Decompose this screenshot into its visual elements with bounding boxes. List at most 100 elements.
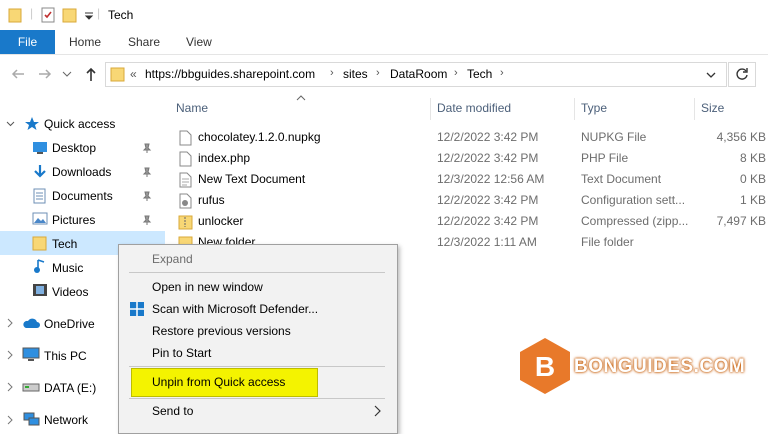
column-divider[interactable] xyxy=(430,98,431,120)
crumb-separator-icon[interactable]: › xyxy=(454,67,458,79)
sidebar-item-network[interactable]: Network xyxy=(44,413,88,427)
properties-icon[interactable] xyxy=(40,7,56,23)
sidebar-item-desktop[interactable]: Desktop xyxy=(52,141,96,155)
tab-file[interactable]: File xyxy=(0,30,55,54)
menu-item-restore-versions[interactable]: Restore previous versions xyxy=(152,324,291,338)
defender-icon xyxy=(130,302,144,316)
expand-chevron-icon[interactable] xyxy=(6,318,14,328)
sidebar-item-tech[interactable]: Tech xyxy=(52,237,77,251)
file-size: 7,497 KB xyxy=(716,214,766,228)
column-header-name[interactable]: Name xyxy=(176,101,208,115)
folder-icon xyxy=(8,8,22,23)
submenu-chevron-icon xyxy=(374,405,381,417)
sidebar-item-data-drive[interactable]: DATA (E:) xyxy=(44,381,96,395)
new-folder-icon[interactable] xyxy=(62,7,78,23)
pin-icon xyxy=(142,143,152,153)
expand-chevron-icon[interactable] xyxy=(6,382,14,392)
menu-item-pin-to-start[interactable]: Pin to Start xyxy=(152,346,211,360)
table-row[interactable]: rufus 12/2/2022 3:42 PM Configuration se… xyxy=(176,190,768,211)
file-type: Text Document xyxy=(581,172,662,186)
downloads-icon xyxy=(34,165,46,178)
file-name: rufus xyxy=(198,193,225,207)
address-dropdown-icon[interactable] xyxy=(706,71,716,79)
tab-share[interactable]: Share xyxy=(128,35,160,49)
file-date: 12/2/2022 3:42 PM xyxy=(437,193,539,207)
window-title: Tech xyxy=(108,8,134,22)
file-type: PHP File xyxy=(581,151,629,165)
crumb-dataroom[interactable]: DataRoom xyxy=(390,67,447,81)
crumb-separator-icon[interactable]: › xyxy=(500,67,504,79)
table-row[interactable]: unlocker 12/2/2022 3:42 PM Compressed (z… xyxy=(176,211,768,232)
table-row[interactable]: chocolatey.1.2.0.nupkg 12/2/2022 3:42 PM… xyxy=(176,127,768,148)
logo-text: BONGUIDES.COM xyxy=(574,356,746,377)
column-header-type[interactable]: Type xyxy=(581,101,607,115)
file-date: 12/2/2022 3:42 PM xyxy=(437,214,539,228)
menu-item-send-to[interactable]: Send to xyxy=(152,404,193,418)
sidebar-item-documents[interactable]: Documents xyxy=(52,189,113,203)
crumb-separator-icon[interactable]: › xyxy=(376,67,380,79)
file-date: 12/2/2022 3:42 PM xyxy=(437,130,539,144)
tab-home[interactable]: Home xyxy=(69,35,101,49)
file-name: chocolatey.1.2.0.nupkg xyxy=(198,130,321,144)
refresh-button[interactable] xyxy=(728,62,756,87)
file-type: Configuration sett... xyxy=(581,193,686,207)
file-size: 1 KB xyxy=(739,193,766,207)
sidebar-item-onedrive[interactable]: OneDrive xyxy=(44,317,95,331)
menu-item-scan-defender[interactable]: Scan with Microsoft Defender... xyxy=(152,302,318,316)
star-icon xyxy=(25,117,39,130)
context-menu: Expand Open in new window Scan with Micr… xyxy=(118,244,398,434)
table-row[interactable]: index.php 12/2/2022 3:42 PM PHP File 8 K… xyxy=(176,148,768,169)
back-arrow-icon[interactable] xyxy=(10,67,26,81)
videos-icon xyxy=(33,284,47,296)
file-size: 8 KB xyxy=(739,151,766,165)
file-date: 12/3/2022 12:56 AM xyxy=(437,172,545,186)
quick-access-label[interactable]: Quick access xyxy=(44,117,115,131)
recent-locations-chevron-icon[interactable] xyxy=(62,70,72,78)
column-header-size[interactable]: Size xyxy=(701,101,724,115)
expand-chevron-icon[interactable] xyxy=(6,350,14,360)
crumb-sites[interactable]: sites xyxy=(343,67,368,81)
sidebar-item-this-pc[interactable]: This PC xyxy=(44,349,87,363)
expand-collapse-chevron-icon[interactable] xyxy=(6,120,15,128)
folder-icon xyxy=(32,236,47,251)
file-type: File folder xyxy=(581,235,634,249)
toolbar-divider: | xyxy=(30,6,34,20)
refresh-icon xyxy=(736,68,748,80)
pin-icon xyxy=(142,191,152,201)
zip-folder-icon xyxy=(178,215,193,230)
pictures-icon xyxy=(32,212,48,225)
overflow-crumb[interactable]: « xyxy=(130,67,137,81)
column-divider[interactable] xyxy=(574,98,575,120)
column-divider[interactable] xyxy=(694,98,695,120)
crumb-separator-icon[interactable]: › xyxy=(330,67,334,79)
tab-view[interactable]: View xyxy=(186,35,212,49)
crumb-site[interactable]: https://bbguides.sharepoint.com xyxy=(145,67,315,81)
file-size: 0 KB xyxy=(739,172,766,186)
menu-item-unpin-quick-access[interactable]: Unpin from Quick access xyxy=(152,375,285,389)
forward-arrow-icon[interactable] xyxy=(37,67,53,81)
menu-item-open-new-window[interactable]: Open in new window xyxy=(152,280,263,294)
file-name: index.php xyxy=(198,151,251,165)
menu-separator xyxy=(129,398,385,399)
title-bar: | | Tech xyxy=(0,0,768,30)
computer-icon xyxy=(22,347,40,361)
toolbar-divider: | xyxy=(97,6,101,20)
sidebar-item-videos: Videos xyxy=(52,285,89,299)
menu-item-expand: Expand xyxy=(152,252,193,266)
file-date: 12/3/2022 1:11 AM xyxy=(437,235,537,249)
quick-access-dropdown-icon[interactable] xyxy=(84,11,94,21)
column-header-date[interactable]: Date modified xyxy=(437,101,511,115)
sidebar-item-pictures[interactable]: Pictures xyxy=(52,213,95,227)
table-row[interactable]: New Text Document 12/3/2022 12:56 AM Tex… xyxy=(176,169,768,190)
file-icon xyxy=(179,130,192,146)
network-icon xyxy=(23,412,40,426)
sidebar-item-downloads[interactable]: Downloads xyxy=(52,165,111,179)
menu-separator xyxy=(129,366,385,367)
expand-chevron-icon[interactable] xyxy=(6,415,14,425)
sidebar-item-music[interactable]: Music xyxy=(52,261,83,275)
up-arrow-icon[interactable] xyxy=(84,66,98,82)
address-bar[interactable]: « https://bbguides.sharepoint.com › site… xyxy=(105,62,727,87)
file-type: Compressed (zipp... xyxy=(581,214,689,228)
crumb-tech[interactable]: Tech xyxy=(467,67,492,81)
folder-icon xyxy=(110,67,125,82)
